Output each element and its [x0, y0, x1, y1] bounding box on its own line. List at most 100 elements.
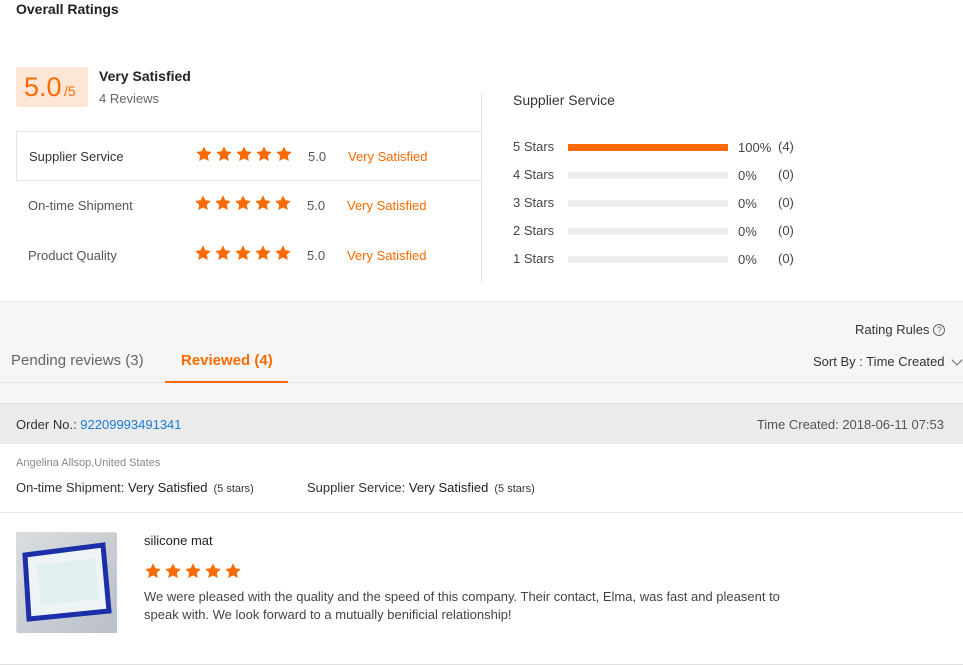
distribution-percent: 100%	[738, 140, 772, 155]
star-icon	[254, 194, 272, 212]
rating-categories: Supplier Service 5.0 Very Satisfied On-t…	[16, 131, 481, 281]
distribution-title: Supplier Service	[513, 92, 615, 108]
tabs-baseline	[0, 382, 963, 383]
distribution-bar-track	[568, 256, 728, 263]
distribution-row-2: 2 Stars 0% (0)	[513, 223, 813, 239]
overall-ratings-title: Overall Ratings	[16, 1, 119, 17]
rating-stars	[194, 244, 292, 262]
product-thumbnail[interactable]	[16, 532, 117, 633]
review-text: We were pleased with the quality and the…	[144, 589, 780, 622]
distribution-bar-track	[568, 228, 728, 235]
star-icon	[194, 244, 212, 262]
order-number-link[interactable]: 92209993491341	[80, 417, 181, 432]
distribution-percent: 0%	[738, 252, 757, 267]
distribution-row-3: 3 Stars 0% (0)	[513, 195, 813, 211]
distribution-label: 1 Stars	[513, 251, 555, 266]
distribution-count: (4)	[778, 139, 794, 154]
distribution-bar-track	[568, 172, 728, 179]
rating-label: On-time Shipment	[28, 198, 133, 213]
star-icon	[224, 562, 242, 580]
rating-row-on-time-shipment[interactable]: On-time Shipment 5.0 Very Satisfied	[16, 181, 481, 231]
star-icon	[184, 562, 202, 580]
reviews-count: 4 Reviews	[99, 91, 159, 106]
star-icon	[275, 145, 293, 163]
sort-by-label: Sort By : Time Created	[813, 354, 945, 369]
service-rating: Supplier Service: Very Satisfied (5 stars…	[307, 480, 535, 495]
rating-stars	[194, 194, 292, 212]
tab-reviewed[interactable]: Reviewed (4)	[181, 352, 273, 369]
star-icon	[204, 562, 222, 580]
rating-rules-label: Rating Rules	[855, 322, 930, 337]
sort-by-dropdown[interactable]: Sort By : Time Created	[813, 353, 963, 369]
service-stars-text: (5 stars)	[494, 483, 535, 495]
star-icon	[144, 562, 162, 580]
tab-pending-reviews[interactable]: Pending reviews (3)	[11, 352, 144, 369]
rating-score: 5.0	[307, 248, 326, 263]
rating-score: 5.0	[308, 149, 327, 164]
distribution-bar-track	[568, 144, 728, 151]
distribution-percent: 0%	[738, 196, 757, 211]
star-icon	[234, 194, 252, 212]
star-icon	[274, 244, 292, 262]
rating-label: Supplier Service	[29, 149, 124, 164]
rating-label: Product Quality	[28, 248, 117, 263]
card-divider	[0, 512, 963, 513]
overall-satisfaction-label: Very Satisfied	[99, 68, 191, 84]
distribution-label: 3 Stars	[513, 195, 555, 210]
shipment-label: On-time Shipment:	[16, 480, 128, 495]
star-icon	[195, 145, 213, 163]
overall-score-badge: 5.0 /5	[16, 67, 88, 107]
star-icon	[234, 244, 252, 262]
time-created: Time Created: 2018-06-11 07:53	[756, 417, 944, 432]
star-icon	[254, 244, 272, 262]
rating-rules-link[interactable]: Rating Rules ?	[855, 322, 946, 337]
distribution-label: 5 Stars	[513, 139, 555, 154]
distribution-row-4: 4 Stars 0% (0)	[513, 167, 813, 183]
distribution-percent: 0%	[738, 224, 757, 239]
rating-text: Very Satisfied	[348, 149, 428, 164]
shipment-value: Very Satisfied	[128, 480, 208, 495]
order-number-row: Order No.: 92209993491341	[16, 417, 182, 432]
help-icon[interactable]: ?	[933, 323, 946, 336]
distribution-row-5: 5 Stars 100% (4)	[513, 139, 813, 155]
distribution-count: (0)	[778, 251, 794, 266]
distribution-label: 4 Stars	[513, 167, 555, 182]
chevron-down-icon	[950, 353, 963, 366]
card-bottom-divider	[0, 664, 963, 665]
shipment-rating: On-time Shipment: Very Satisfied (5 stars…	[16, 480, 254, 495]
distribution-percent: 0%	[738, 168, 757, 183]
active-tab-indicator	[165, 381, 288, 383]
distribution-label: 2 Stars	[513, 223, 555, 238]
star-icon	[214, 194, 232, 212]
star-icon	[214, 244, 232, 262]
rating-row-product-quality[interactable]: Product Quality 5.0 Very Satisfied	[16, 231, 481, 281]
star-icon	[164, 562, 182, 580]
distribution-row-1: 1 Stars 0% (0)	[513, 251, 813, 267]
star-icon	[215, 145, 233, 163]
star-icon	[274, 194, 292, 212]
star-icon	[194, 194, 212, 212]
distribution-count: (0)	[778, 195, 794, 210]
distribution-bar-fill	[568, 144, 728, 151]
order-number-label: Order No.:	[16, 417, 81, 432]
shipment-stars-text: (5 stars)	[213, 483, 254, 495]
star-icon	[255, 145, 273, 163]
order-header: Order No.: 92209993491341 Time Created: …	[0, 403, 963, 444]
review-stars	[144, 562, 242, 580]
reviewer-name: Angelina Allsop,United States	[16, 457, 161, 469]
star-icon	[235, 145, 253, 163]
overall-score-denominator: /5	[64, 83, 76, 99]
vertical-divider	[481, 92, 482, 282]
product-name[interactable]: silicone mat	[144, 533, 213, 548]
review-card: Angelina Allsop,United States On-time Sh…	[0, 444, 963, 666]
rating-text: Very Satisfied	[347, 198, 427, 213]
product-image	[17, 533, 117, 633]
rating-row-supplier-service[interactable]: Supplier Service 5.0 Very Satisfied	[16, 131, 481, 181]
rating-stars	[195, 145, 293, 163]
distribution-count: (0)	[778, 223, 794, 238]
distribution-bar-track	[568, 200, 728, 207]
rating-text: Very Satisfied	[347, 248, 427, 263]
service-value: Very Satisfied	[408, 480, 489, 495]
distribution-count: (0)	[778, 167, 794, 182]
service-label: Supplier Service:	[307, 480, 409, 495]
